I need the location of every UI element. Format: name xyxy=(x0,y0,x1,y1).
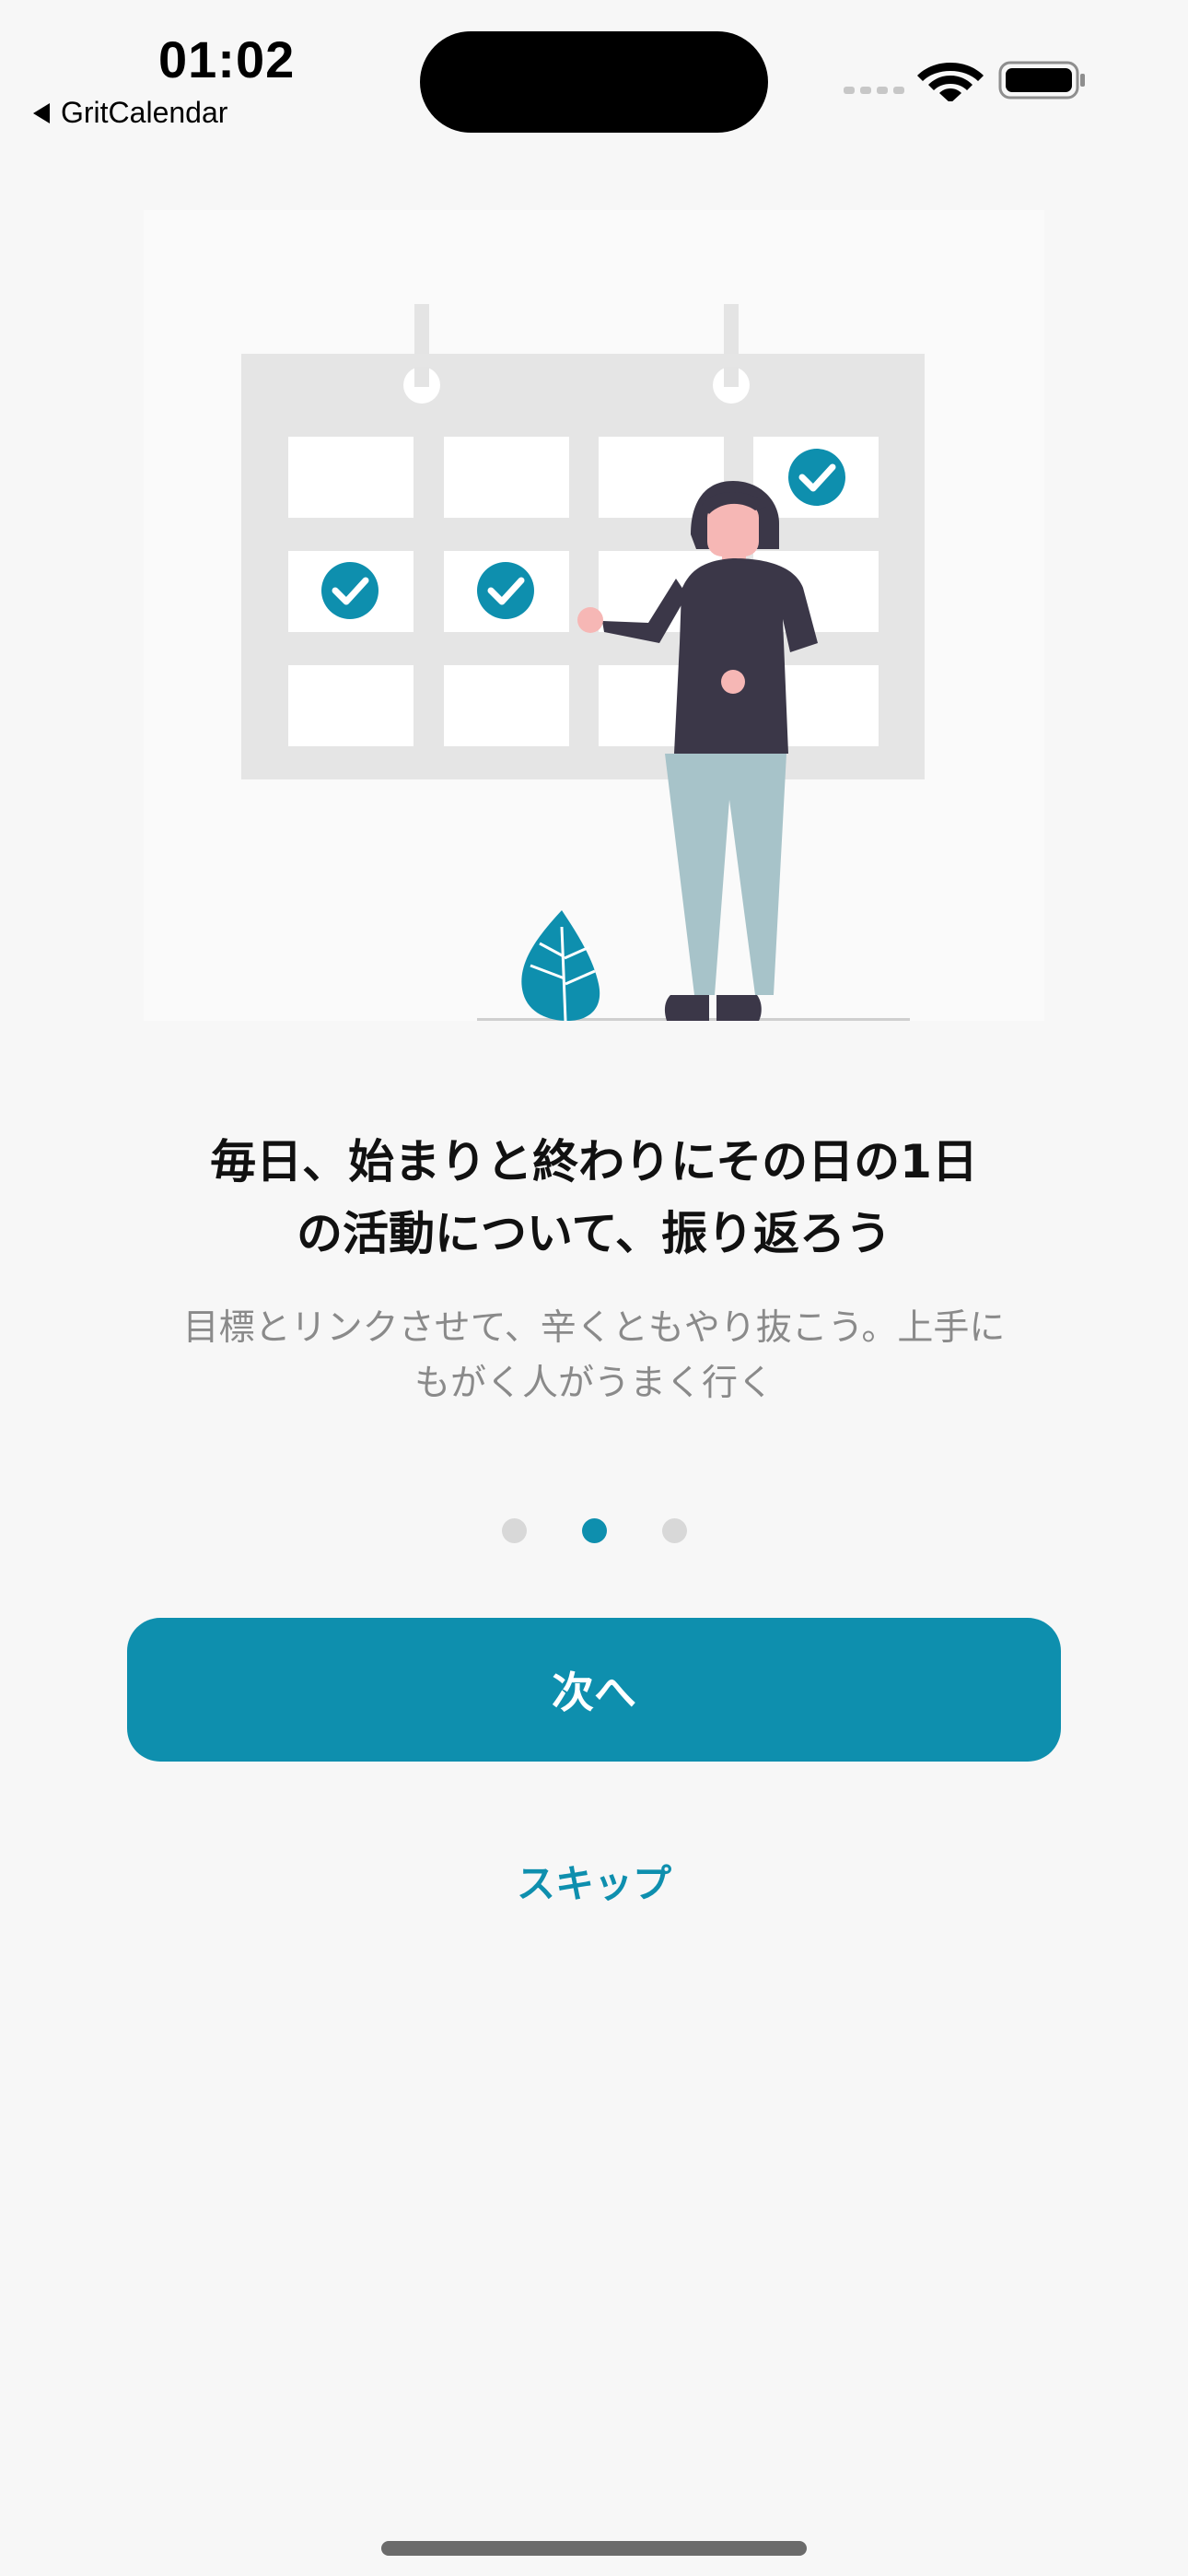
page-dot-active[interactable] xyxy=(581,1518,607,1543)
check-circle-icon xyxy=(788,449,845,506)
skip-button[interactable]: スキップ xyxy=(410,1852,778,1916)
home-indicator[interactable] xyxy=(381,2541,807,2556)
back-app-label: GritCalendar xyxy=(61,96,228,129)
back-to-app-link[interactable]: GritCalendar xyxy=(33,96,227,130)
status-time: 01:02 xyxy=(158,30,296,88)
subtitle-line: もがく人がうまく行く xyxy=(413,1363,774,1404)
back-triangle-icon xyxy=(33,102,50,123)
page-dot[interactable] xyxy=(501,1518,527,1543)
dynamic-island xyxy=(420,31,768,133)
battery-icon xyxy=(998,61,1085,100)
calendar-person-illustration xyxy=(144,210,1044,1021)
page-dot[interactable] xyxy=(661,1518,687,1543)
cellular-dots-icon xyxy=(844,87,904,94)
subtitle-line: 目標とリンクさせて、辛くともやり抜こう。上手に xyxy=(182,1307,1006,1349)
status-icons xyxy=(844,61,1085,101)
onboarding-subtitle: 目標とリンクさせて、辛くともやり抜こう。上手に もがく人がうまく行く xyxy=(129,1301,1059,1411)
next-button[interactable]: 次へ xyxy=(127,1618,1061,1762)
title-line: の活動について、振り返ろう xyxy=(297,1207,891,1260)
check-circle-icon xyxy=(477,562,534,619)
page-indicator[interactable] xyxy=(0,1518,1188,1544)
check-circle-icon xyxy=(321,562,379,619)
onboarding-title: 毎日、始まりと終わりにその日の1日 の活動について、振り返ろう xyxy=(111,1126,1077,1270)
title-line: 毎日、始まりと終わりにその日の1日 xyxy=(210,1135,978,1188)
wifi-icon xyxy=(917,63,984,101)
